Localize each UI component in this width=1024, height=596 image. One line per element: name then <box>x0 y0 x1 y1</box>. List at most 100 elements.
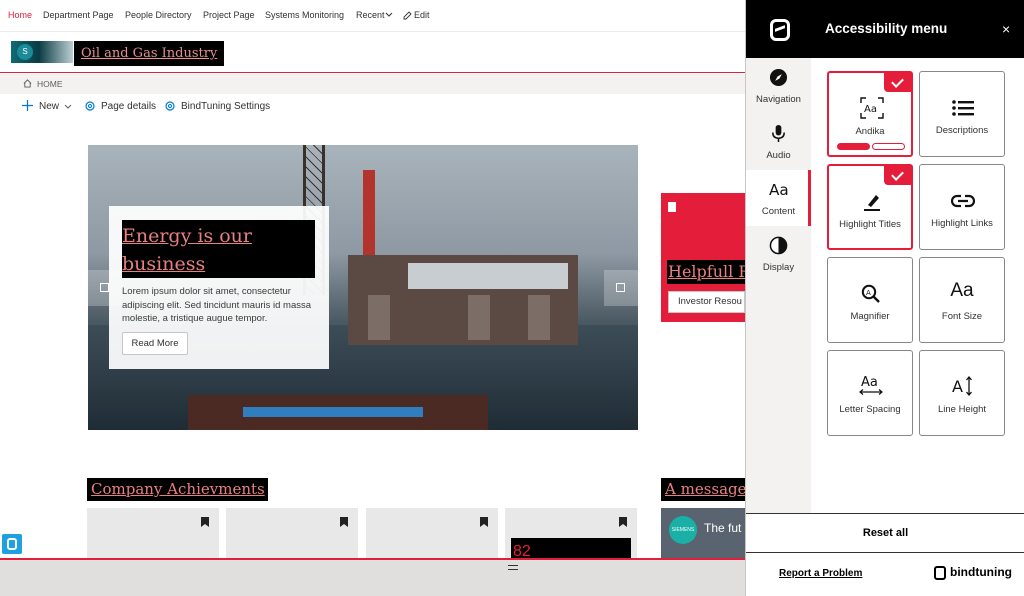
panel-sidebar: Navigation Audio Aa Content Display <box>746 58 811 513</box>
read-more-button[interactable]: Read More <box>122 332 188 355</box>
option-label: Descriptions <box>935 125 989 136</box>
link-icon <box>951 194 975 208</box>
message-video-text: The fut <box>704 521 742 535</box>
sidebar-item-navigation[interactable]: Navigation <box>746 58 811 114</box>
edit-link[interactable]: Edit <box>414 10 430 20</box>
bindtuning-settings-button[interactable]: BindTuning Settings <box>181 101 270 112</box>
sidebar-item-label: Navigation <box>756 94 801 105</box>
new-button[interactable]: New <box>39 101 59 112</box>
achievement-tile[interactable]: 82 <box>505 508 637 563</box>
gear-icon[interactable] <box>164 100 176 112</box>
bookmark-icon[interactable] <box>480 517 488 527</box>
sidebar-item-label: Content <box>761 206 796 217</box>
svg-text:Aa: Aa <box>769 181 788 199</box>
microphone-icon <box>772 124 785 143</box>
option-line-height[interactable]: A Line Height <box>919 350 1005 436</box>
hero-rig-deck <box>408 263 568 289</box>
siemens-logo: SIEMENS <box>669 516 697 544</box>
level-segment-empty <box>872 143 905 150</box>
grip-icon[interactable] <box>508 565 518 570</box>
message-title[interactable]: A message <box>661 478 745 501</box>
site-title[interactable]: Oil and Gas Industry <box>74 41 225 66</box>
home-icon <box>23 79 32 88</box>
sidebar-item-label: Audio <box>766 150 791 161</box>
helpful-resources-title[interactable]: Helpfull Re <box>667 260 745 284</box>
svg-text:Aa: Aa <box>864 104 877 115</box>
close-icon[interactable]: × <box>1002 22 1010 36</box>
bindtuning-logo-icon <box>934 566 946 580</box>
option-label: Letter Spacing <box>839 404 901 415</box>
sidebar-item-content[interactable]: Aa Content <box>746 170 811 226</box>
panel-title: Accessibility menu <box>825 21 948 36</box>
chevron-down-icon[interactable] <box>385 12 393 18</box>
option-font-size[interactable]: Aa Font Size <box>919 257 1005 343</box>
reset-all-button[interactable]: Reset all <box>746 527 1024 539</box>
document-icon <box>668 202 676 212</box>
page-details-button[interactable]: Page details <box>101 101 156 112</box>
font-face-icon: Aa <box>860 97 884 119</box>
top-navigation: Home Department Page People Directory Pr… <box>0 0 745 32</box>
hero-title[interactable]: Energy is our business <box>122 220 315 278</box>
option-letter-spacing[interactable]: Aa Letter Spacing <box>827 350 913 436</box>
andika-level-indicator <box>837 143 905 150</box>
option-highlight-links[interactable]: Highlight Links <box>919 164 1005 250</box>
svg-text:A: A <box>952 377 963 396</box>
nav-item-recent[interactable]: Recent <box>356 10 385 20</box>
company-achievements-title[interactable]: Company Achievments <box>87 478 268 501</box>
option-highlight-titles[interactable]: Highlight Titles <box>827 164 913 250</box>
content-options-grid: Aa Andika Descriptions Highlight Titles <box>811 58 1024 513</box>
magnifier-icon: A <box>861 284 880 303</box>
command-bar: New Page details BindTuning Settings <box>0 94 745 120</box>
panel-header: Accessibility menu × <box>746 0 1024 58</box>
level-segment-filled <box>837 143 870 150</box>
svg-text:Aa: Aa <box>861 375 878 390</box>
contrast-icon <box>769 236 788 255</box>
nav-item-home[interactable]: Home <box>8 10 32 20</box>
option-label: Magnifier <box>850 311 890 322</box>
message-video-tile[interactable]: SIEMENS The fut <box>661 508 745 558</box>
achievement-tile[interactable] <box>87 508 219 563</box>
breadcrumb-home[interactable]: HOME <box>37 79 63 89</box>
bindtuning-wordmark: bindtuning <box>950 565 1012 579</box>
option-andika[interactable]: Aa Andika <box>827 71 913 157</box>
pencil-icon[interactable] <box>403 11 412 20</box>
option-magnifier[interactable]: A Magnifier <box>827 257 913 343</box>
option-label: Font Size <box>941 311 983 322</box>
reset-row: Reset all <box>746 513 1024 553</box>
sidebar-item-audio[interactable]: Audio <box>746 114 811 170</box>
bookmark-icon[interactable] <box>201 517 209 527</box>
font-size-icon: Aa <box>950 280 974 301</box>
investor-resources-link[interactable]: Investor Resou <box>668 291 745 313</box>
site-logo[interactable]: S <box>11 41 73 63</box>
nav-item-project-page[interactable]: Project Page <box>203 10 255 20</box>
breadcrumb: HOME <box>0 74 745 94</box>
option-label: Highlight Titles <box>839 219 901 230</box>
text-icon: Aa <box>769 181 788 199</box>
nav-item-people-directory[interactable]: People Directory <box>125 10 192 20</box>
checkmark-icon <box>884 165 912 185</box>
accessibility-launcher-button[interactable] <box>2 534 22 554</box>
letter-spacing-icon: Aa <box>859 375 883 395</box>
bookmark-icon[interactable] <box>340 517 348 527</box>
chevron-down-icon[interactable] <box>64 104 72 110</box>
nav-item-department-page[interactable]: Department Page <box>43 10 114 20</box>
hero-boat-stripe <box>243 407 423 417</box>
achievement-tile[interactable] <box>226 508 358 563</box>
option-label: Andika <box>855 126 885 137</box>
achievement-tile[interactable] <box>366 508 498 563</box>
hero-next-arrow[interactable] <box>604 270 638 306</box>
list-icon <box>952 100 974 116</box>
bindtuning-logo-icon <box>7 538 17 550</box>
checkmark-icon <box>884 72 912 92</box>
bottom-resize-bar[interactable] <box>0 560 745 596</box>
hero-body-text: Lorem ipsum dolor sit amet, consectetur … <box>122 286 312 324</box>
hero-rig-leg <box>528 295 550 340</box>
bookmark-icon[interactable] <box>619 517 627 527</box>
report-problem-link[interactable]: Report a Problem <box>779 568 862 579</box>
site-logo-letter: S <box>17 44 33 60</box>
nav-item-systems-monitoring[interactable]: Systems Monitoring <box>265 10 344 20</box>
plus-icon[interactable] <box>22 100 33 111</box>
sidebar-item-display[interactable]: Display <box>746 226 811 282</box>
option-descriptions[interactable]: Descriptions <box>919 71 1005 157</box>
gear-icon[interactable] <box>84 100 96 112</box>
